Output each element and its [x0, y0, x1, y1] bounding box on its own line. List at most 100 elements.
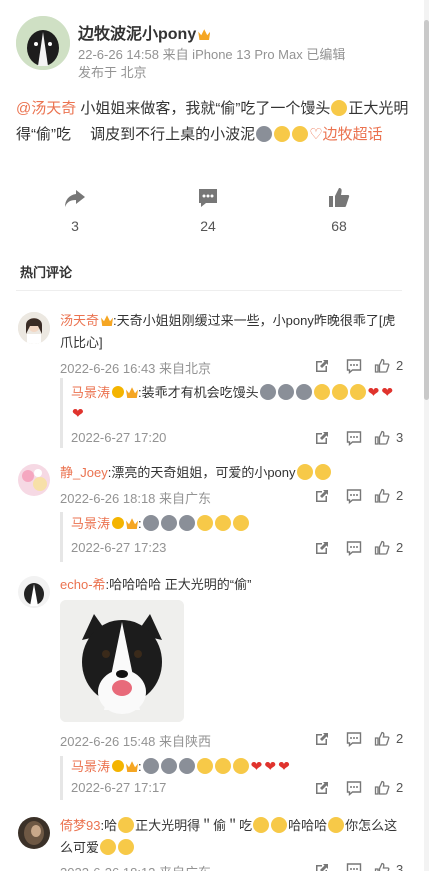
dog-emoji-icon — [142, 515, 159, 531]
dog-emoji-icon — [178, 758, 195, 774]
share-icon[interactable] — [314, 731, 330, 747]
repost-count: 3 — [71, 218, 79, 234]
reply-actions: 3 — [314, 430, 414, 448]
comment-count: 24 — [200, 218, 216, 234]
thumbs-up-icon[interactable] — [374, 540, 390, 556]
comment-text: 静_Joey:漂亮的天奇姐姐，可爱的小pony — [60, 462, 405, 484]
comment-icon[interactable] — [346, 731, 362, 747]
share-icon[interactable] — [314, 540, 330, 556]
heart-icon: ❤ — [381, 384, 394, 400]
thumbs-up-icon[interactable] — [374, 358, 390, 374]
share-icon[interactable] — [314, 488, 330, 504]
avatar[interactable] — [18, 576, 50, 608]
thumbs-up-icon[interactable] — [374, 862, 390, 871]
divider — [16, 290, 402, 291]
comment-image[interactable] — [60, 600, 184, 722]
share-icon[interactable] — [314, 780, 330, 796]
thumbs-up-icon[interactable] — [374, 488, 390, 504]
comment-icon[interactable] — [346, 488, 362, 504]
comment-body: :漂亮的天奇姐姐，可爱的小pony — [107, 465, 296, 480]
thumbs-up-icon[interactable] — [374, 731, 390, 747]
avatar[interactable] — [18, 464, 50, 496]
comment-actions: 3 — [314, 862, 414, 871]
topic-link[interactable]: 边牧超话 — [323, 126, 383, 143]
grin-emoji-icon — [232, 758, 249, 774]
like-count: 3 — [396, 430, 404, 445]
grin-emoji-icon — [196, 758, 213, 774]
share-icon[interactable] — [314, 862, 330, 871]
smile-emoji-icon — [296, 464, 313, 480]
comment-icon[interactable] — [346, 358, 362, 374]
thumbs-up-icon[interactable] — [374, 430, 390, 446]
dog-emoji-icon — [295, 384, 312, 400]
like-count: 3 — [396, 862, 404, 871]
heart-icon: ❤ — [250, 758, 263, 774]
dog-emoji-icon — [256, 126, 273, 142]
thumbs-up-icon[interactable] — [374, 780, 390, 796]
heart-icon: ❤ — [72, 405, 84, 421]
comment-icon[interactable] — [346, 780, 362, 796]
grin-emoji-icon — [118, 839, 135, 855]
commenter-name[interactable]: 静_Joey — [60, 465, 108, 480]
laugh-emoji-icon — [253, 817, 270, 833]
post-actions: 3 24 68 — [0, 186, 429, 246]
verified-icon — [112, 386, 125, 398]
repost-button[interactable]: 3 — [35, 186, 115, 234]
comment-icon — [199, 189, 217, 207]
share-icon[interactable] — [314, 430, 330, 446]
like-count: 68 — [331, 218, 347, 234]
laugh-emoji-icon — [331, 100, 348, 116]
post-location: 发布于 北京 — [78, 65, 147, 80]
author-name[interactable]: 边牧波泥小pony — [78, 20, 211, 44]
crown-icon — [126, 387, 139, 398]
comment-body: 正大光明得＂偷＂吃 — [135, 818, 253, 833]
author-avatar[interactable] — [16, 16, 70, 70]
crown-icon — [126, 518, 139, 529]
crown-icon — [126, 761, 139, 772]
heart-icon: ❤ — [264, 758, 277, 774]
comment-time: 2022-6-26 18:18 来自广东 — [60, 491, 212, 506]
heart-icon: ❤ — [278, 758, 290, 774]
like-button[interactable]: 68 — [299, 186, 379, 234]
like-count: 2 — [396, 731, 404, 746]
comment-text: 汤天奇:天奇小姐姐刚缓过来一些，小pony昨晚很乖了[虎爪比心] — [60, 310, 405, 354]
hot-comments-heading: 热门评论 — [20, 265, 73, 280]
comment-button[interactable]: 24 — [168, 186, 248, 234]
laugh-emoji-icon — [271, 817, 288, 833]
laugh-emoji-icon — [292, 126, 309, 142]
thumbs-up-icon — [329, 188, 350, 207]
comment-icon[interactable] — [346, 862, 362, 871]
replier-name[interactable]: 马景涛 — [71, 516, 110, 531]
heart-eyes-emoji-icon — [232, 515, 249, 531]
commenter-name[interactable]: 汤天奇 — [60, 313, 99, 328]
reply-body: :装乖才有机会吃馒头 — [138, 385, 259, 400]
dog-emoji-icon — [160, 515, 177, 531]
commenter-name[interactable]: echo-希 — [60, 577, 106, 592]
replier-name[interactable]: 马景涛 — [71, 385, 110, 400]
mention-link[interactable]: @汤天奇 — [16, 100, 76, 117]
thinking-emoji-icon — [331, 384, 348, 400]
thinking-emoji-icon — [349, 384, 366, 400]
comment-body: :天奇小姐姐刚缓过来一些，小pony昨晚很乖了[虎爪比心] — [60, 313, 396, 350]
avatar[interactable] — [18, 312, 50, 344]
verified-icon — [112, 760, 125, 772]
replier-name[interactable]: 马景涛 — [71, 759, 110, 774]
comment-icon[interactable] — [346, 430, 362, 446]
post-timestamp: 22-6-26 14:58 来自 iPhone 13 Pro Max 已编辑 — [78, 47, 346, 62]
reply-body: : — [138, 759, 142, 774]
scrollbar[interactable] — [424, 0, 429, 871]
share-icon[interactable] — [314, 358, 330, 374]
comment-actions: 2 — [314, 731, 414, 749]
topic-icon: ♡ — [309, 126, 323, 143]
heart-eyes-emoji-icon — [214, 515, 231, 531]
heart-eyes-emoji-icon — [196, 515, 213, 531]
avatar[interactable] — [18, 817, 50, 849]
comment-body: :哈哈哈哈 正大光明的“偷” — [105, 577, 252, 592]
comment-icon[interactable] — [346, 540, 362, 556]
commenter-name[interactable]: 倚梦93 — [60, 818, 100, 833]
comment-actions: 2 — [314, 488, 414, 506]
share-icon — [65, 190, 85, 207]
dog-emoji-icon — [178, 515, 195, 531]
reply-text: 马景涛: ❤ ❤ ❤ — [71, 756, 401, 777]
grin-emoji-icon — [214, 758, 231, 774]
